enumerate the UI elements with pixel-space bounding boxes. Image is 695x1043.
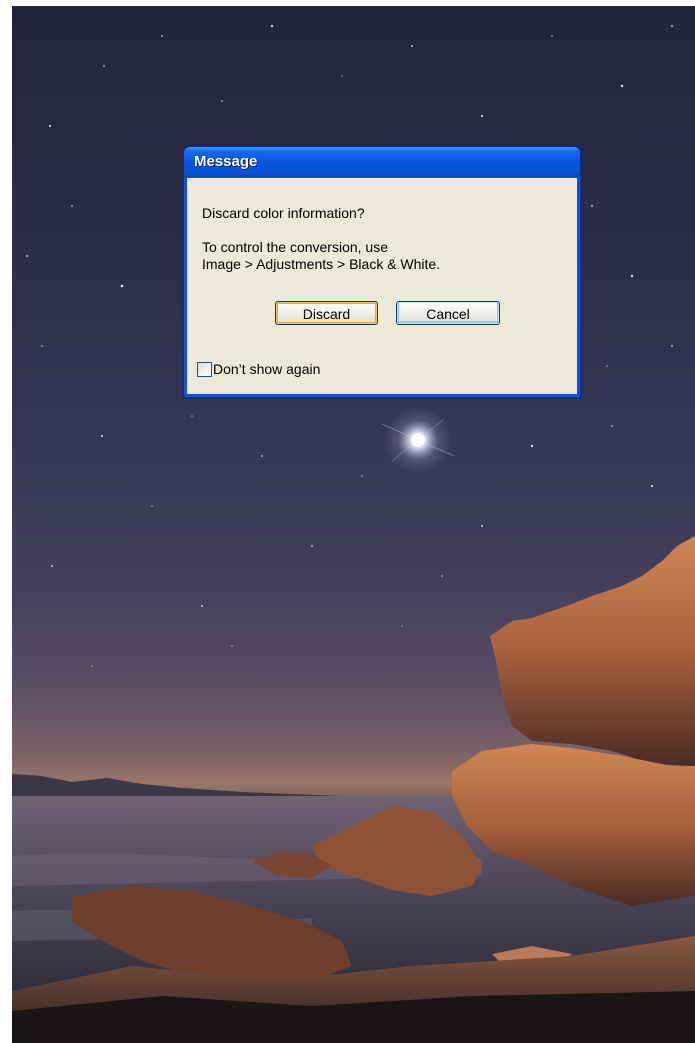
- dialog-hint-line-1: To control the conversion, use: [202, 239, 388, 255]
- dialog-title: Message: [194, 153, 258, 170]
- desktop-wallpaper: Message Discard color information? To co…: [12, 6, 695, 1043]
- dont-show-again-checkbox[interactable]: [197, 362, 212, 377]
- discard-button[interactable]: Discard: [275, 301, 378, 325]
- dont-show-again-label: Don’t show again: [213, 361, 321, 377]
- dialog-question: Discard color information?: [202, 205, 365, 221]
- dialog-body: Discard color information? To control th…: [187, 178, 577, 394]
- message-dialog: Message Discard color information? To co…: [183, 146, 581, 398]
- dialog-title-bar[interactable]: Message: [184, 147, 580, 177]
- moon: [381, 406, 455, 474]
- cancel-button[interactable]: Cancel: [396, 301, 500, 325]
- dialog-hint-line-2: Image > Adjustments > Black & White.: [202, 256, 441, 272]
